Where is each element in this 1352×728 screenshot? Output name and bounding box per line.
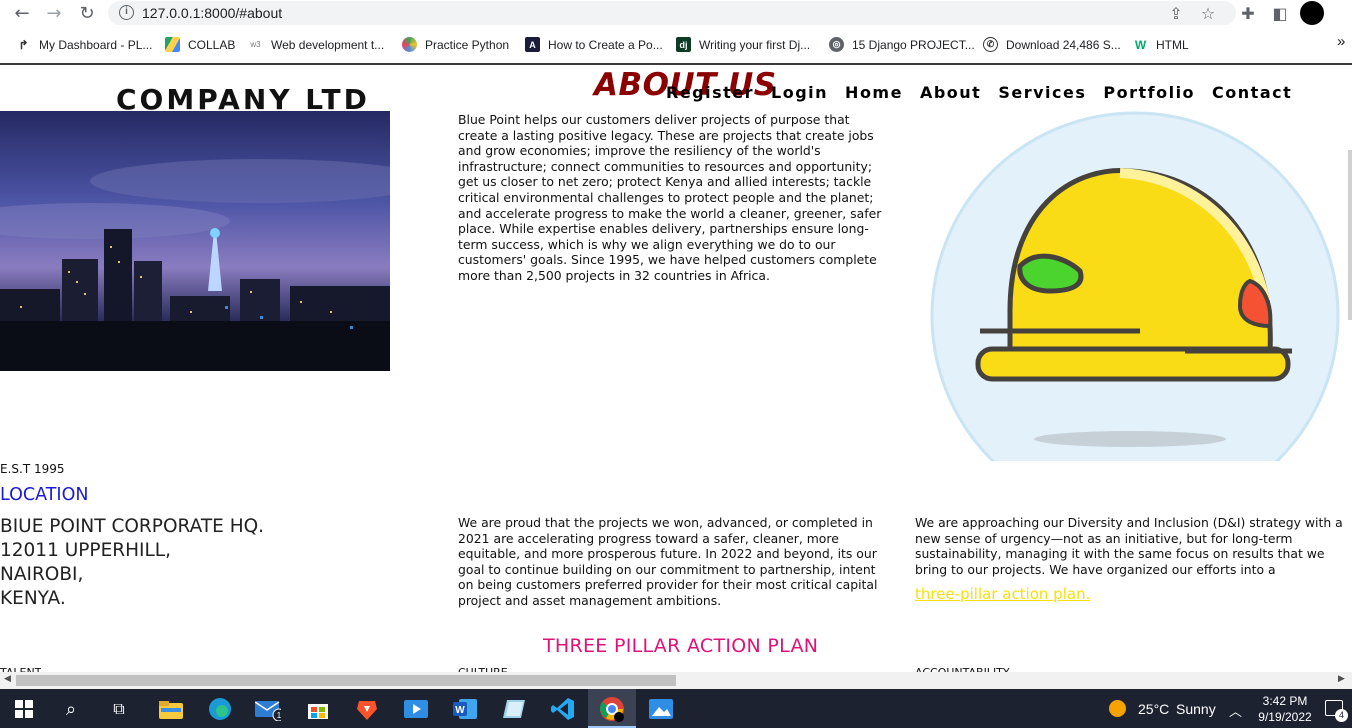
- extensions-icon[interactable]: ✚: [1238, 3, 1258, 23]
- bookmark-label: My Dashboard - PL...: [39, 37, 153, 52]
- address-line: NAIROBI,: [0, 564, 84, 585]
- python-icon: [402, 37, 417, 52]
- horizontal-scrollbar[interactable]: ◀ ▶: [0, 672, 1352, 689]
- hard-hat-illustration: [930, 111, 1340, 461]
- main-nav: Register Login Home About Services Portf…: [666, 83, 1309, 102]
- bookmark-item[interactable]: W HTML: [1133, 37, 1189, 52]
- file-explorer-icon[interactable]: [158, 696, 184, 722]
- page-viewport: COMPANY LTD ABOUT US Register Login Home…: [0, 65, 1352, 672]
- side-panel-icon[interactable]: ◧: [1270, 3, 1290, 23]
- address-line: KENYA.: [0, 588, 66, 609]
- nav-services[interactable]: Services: [998, 83, 1086, 102]
- system-clock[interactable]: 3:42 PM 9/19/2022: [1252, 693, 1318, 725]
- windows-taskbar: ⌕ ⧉ 1 W 25°C Sunny ︿ 3:42 PM 9/19/2022 4: [0, 689, 1352, 728]
- site-info-icon[interactable]: i: [119, 5, 134, 20]
- google-drive-icon: [165, 37, 180, 52]
- nav-about[interactable]: About: [920, 83, 981, 102]
- bookmark-item[interactable]: dj Writing your first Dj...: [676, 37, 810, 52]
- svg-text:W: W: [455, 705, 465, 716]
- video-editor-icon[interactable]: [403, 696, 429, 722]
- photos-icon[interactable]: [648, 696, 674, 722]
- bookmark-item[interactable]: Practice Python: [402, 37, 509, 52]
- bookmark-item[interactable]: w3 Web development t...: [248, 37, 384, 52]
- bookmark-label: 15 Django PROJECT...: [852, 37, 975, 52]
- pillar-plan-heading: THREE PILLAR ACTION PLAN: [543, 635, 819, 657]
- store-icon[interactable]: [305, 696, 331, 722]
- forward-arrow-icon[interactable]: →: [43, 2, 65, 24]
- scroll-left-arrow-icon[interactable]: ◀: [4, 674, 11, 684]
- bookmark-item[interactable]: ↱ My Dashboard - PL...: [16, 37, 152, 52]
- address-url: 127.0.0.1:8000/#about: [142, 5, 283, 21]
- whatsapp-icon: ✆: [983, 37, 998, 52]
- mail-icon[interactable]: 1: [255, 696, 281, 722]
- nav-register[interactable]: Register: [666, 83, 754, 102]
- bookmark-label: Web development t...: [271, 37, 385, 52]
- weather-condition[interactable]: Sunny: [1176, 701, 1216, 717]
- bookmark-item[interactable]: ◎ 15 Django PROJECT...: [829, 37, 975, 52]
- hard-hat-icon: [930, 111, 1340, 461]
- page-icon: ↱: [16, 37, 31, 52]
- bookmark-label: Download 24,486 S...: [1006, 37, 1121, 52]
- nav-portfolio[interactable]: Portfolio: [1103, 83, 1195, 102]
- bookmark-label: How to Create a Po...: [548, 37, 663, 52]
- city-skyline-image: [0, 111, 390, 371]
- three-pillar-link[interactable]: three-pillar action plan.: [915, 585, 1090, 603]
- nav-login[interactable]: Login: [771, 83, 828, 102]
- address-bar[interactable]: i 127.0.0.1:8000/#about ⇪ ☆: [108, 1, 1236, 25]
- bookmarks-bar: ↱ My Dashboard - PL... COLLAB w3 Web devel…: [0, 30, 1352, 60]
- nav-home[interactable]: Home: [845, 83, 903, 102]
- blog-icon: A: [525, 37, 540, 52]
- address-block: BIUE POINT CORPORATE HQ. 12011 UPPERHILL…: [0, 515, 264, 611]
- w3-icon: W: [1133, 37, 1148, 52]
- share-icon[interactable]: ⇪: [1166, 3, 1186, 23]
- w3schools-icon: w3: [248, 37, 263, 52]
- vertical-scrollbar[interactable]: [1348, 150, 1352, 320]
- city-night-photo: [0, 111, 390, 371]
- django-icon: dj: [676, 37, 691, 52]
- bookmark-label: HTML: [1156, 37, 1189, 52]
- clock-time: 3:42 PM: [1262, 694, 1308, 708]
- bookmark-item[interactable]: COLLAB: [165, 37, 235, 52]
- brave-browser-icon[interactable]: [354, 696, 380, 722]
- weather-temperature[interactable]: 25°C: [1138, 701, 1169, 717]
- address-line: BIUE POINT CORPORATE HQ.: [0, 516, 265, 537]
- scrollbar-thumb[interactable]: [16, 675, 676, 686]
- profile-avatar[interactable]: [1300, 1, 1324, 25]
- search-icon[interactable]: ⌕: [58, 696, 84, 722]
- back-arrow-icon[interactable]: ←: [11, 2, 33, 24]
- intro-paragraph: Blue Point helps our customers deliver p…: [458, 112, 882, 283]
- more-bookmarks-button[interactable]: »: [1337, 33, 1345, 50]
- mail-badge: 1: [277, 711, 281, 720]
- address-line: 12011 UPPERHILL,: [0, 540, 171, 561]
- location-heading: LOCATION: [0, 485, 89, 505]
- established-year: E.S.T 1995: [0, 462, 65, 476]
- bookmark-star-icon[interactable]: ☆: [1198, 3, 1218, 23]
- nav-contact[interactable]: Contact: [1212, 83, 1292, 102]
- chevron-up-icon[interactable]: ︿: [1229, 701, 1242, 720]
- notification-badge: 4: [1335, 709, 1348, 722]
- projects-paragraph: We are proud that the projects we won, a…: [458, 515, 878, 608]
- bookmark-label: Practice Python: [425, 37, 510, 52]
- edge-browser-icon[interactable]: [207, 696, 233, 722]
- vscode-icon[interactable]: [550, 696, 576, 722]
- diversity-paragraph: We are approaching our Diversity and Inc…: [915, 515, 1343, 577]
- word-icon[interactable]: W: [452, 696, 478, 722]
- task-view-icon[interactable]: ⧉: [106, 696, 132, 722]
- bookmark-item[interactable]: A How to Create a Po...: [525, 37, 663, 52]
- browser-toolbar: ← → ↻ i 127.0.0.1:8000/#about ⇪ ☆ ✚ ◧: [0, 0, 1352, 27]
- notepad-icon[interactable]: [501, 696, 527, 722]
- globe-icon: ◎: [829, 37, 844, 52]
- bookmark-item[interactable]: ✆ Download 24,486 S...: [983, 37, 1121, 52]
- scroll-right-arrow-icon[interactable]: ▶: [1338, 674, 1345, 684]
- sun-weather-icon[interactable]: [1109, 700, 1126, 717]
- reload-icon[interactable]: ↻: [76, 2, 98, 24]
- clock-date: 9/19/2022: [1258, 710, 1312, 724]
- windows-start-icon[interactable]: [11, 696, 37, 722]
- bookmark-label: COLLAB: [188, 37, 236, 52]
- chrome-icon[interactable]: [599, 696, 625, 722]
- bookmark-label: Writing your first Dj...: [699, 37, 811, 52]
